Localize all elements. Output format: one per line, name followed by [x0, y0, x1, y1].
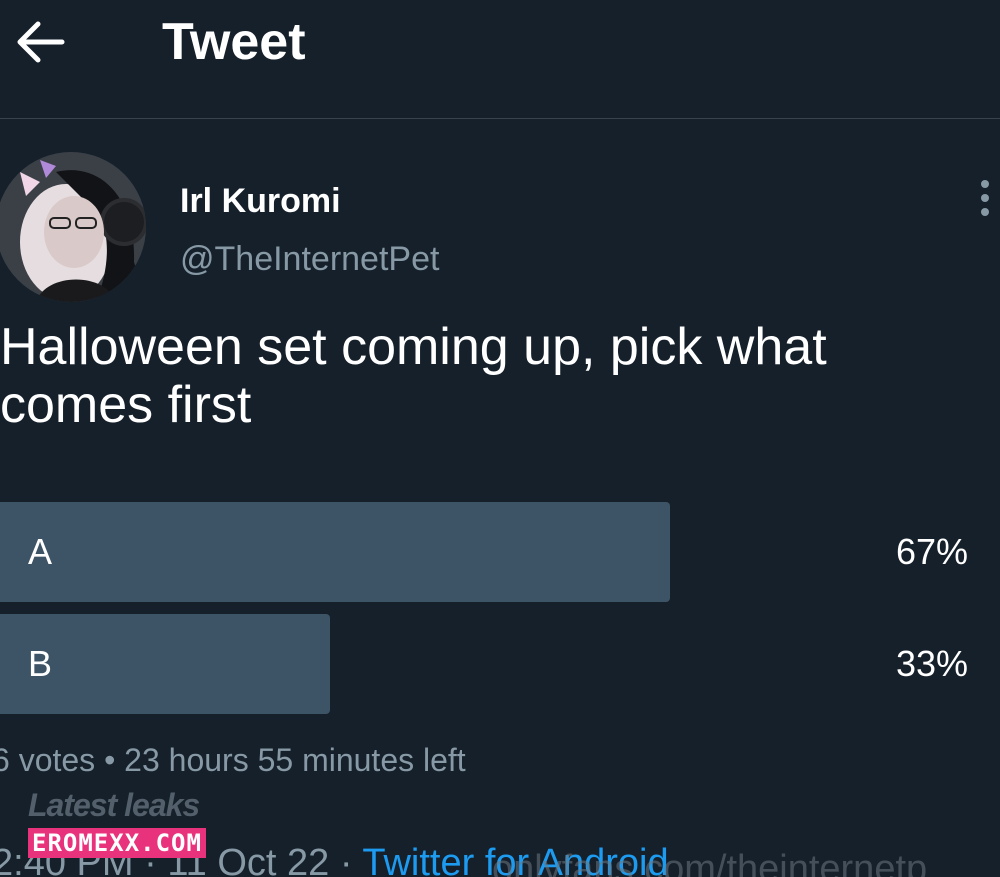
- tweet-text: Halloween set coming up, pick what comes…: [0, 318, 827, 434]
- poll-option-label: A: [28, 531, 53, 572]
- avatar[interactable]: [0, 152, 146, 302]
- author-display-name[interactable]: Irl Kuromi: [180, 180, 341, 222]
- avatar-photo: [0, 152, 146, 302]
- separator: ·: [339, 842, 353, 877]
- poll-bar: [0, 502, 670, 602]
- poll-option-percent: 67%: [895, 531, 968, 572]
- poll-option-label: B: [28, 643, 53, 684]
- top-bar: Tweet: [0, 0, 1000, 119]
- poll-meta: 6 votes • 23 hours 55 minutes left: [0, 742, 466, 778]
- more-vertical-icon: [981, 180, 989, 216]
- page-title: Tweet: [162, 13, 306, 71]
- more-options-button[interactable]: [970, 178, 1000, 218]
- watermark-latest-leaks: Latest leaks: [28, 787, 200, 823]
- author-handle[interactable]: @TheInternetPet: [180, 238, 439, 280]
- arrow-left-icon: [17, 21, 65, 63]
- watermark-url: onlyfans.com/theinternetp: [492, 848, 928, 877]
- back-button[interactable]: [10, 12, 70, 72]
- poll-option-percent: 33%: [895, 643, 968, 684]
- poll-option-a[interactable]: A 67%: [0, 502, 1000, 602]
- tweet-screen: Tweet Irl Kuromi @TheInternetPet Hallowe…: [0, 0, 1000, 877]
- watermark-site-badge: EROMEXX.COM: [28, 828, 206, 858]
- poll-option-b[interactable]: B 33%: [0, 614, 1000, 714]
